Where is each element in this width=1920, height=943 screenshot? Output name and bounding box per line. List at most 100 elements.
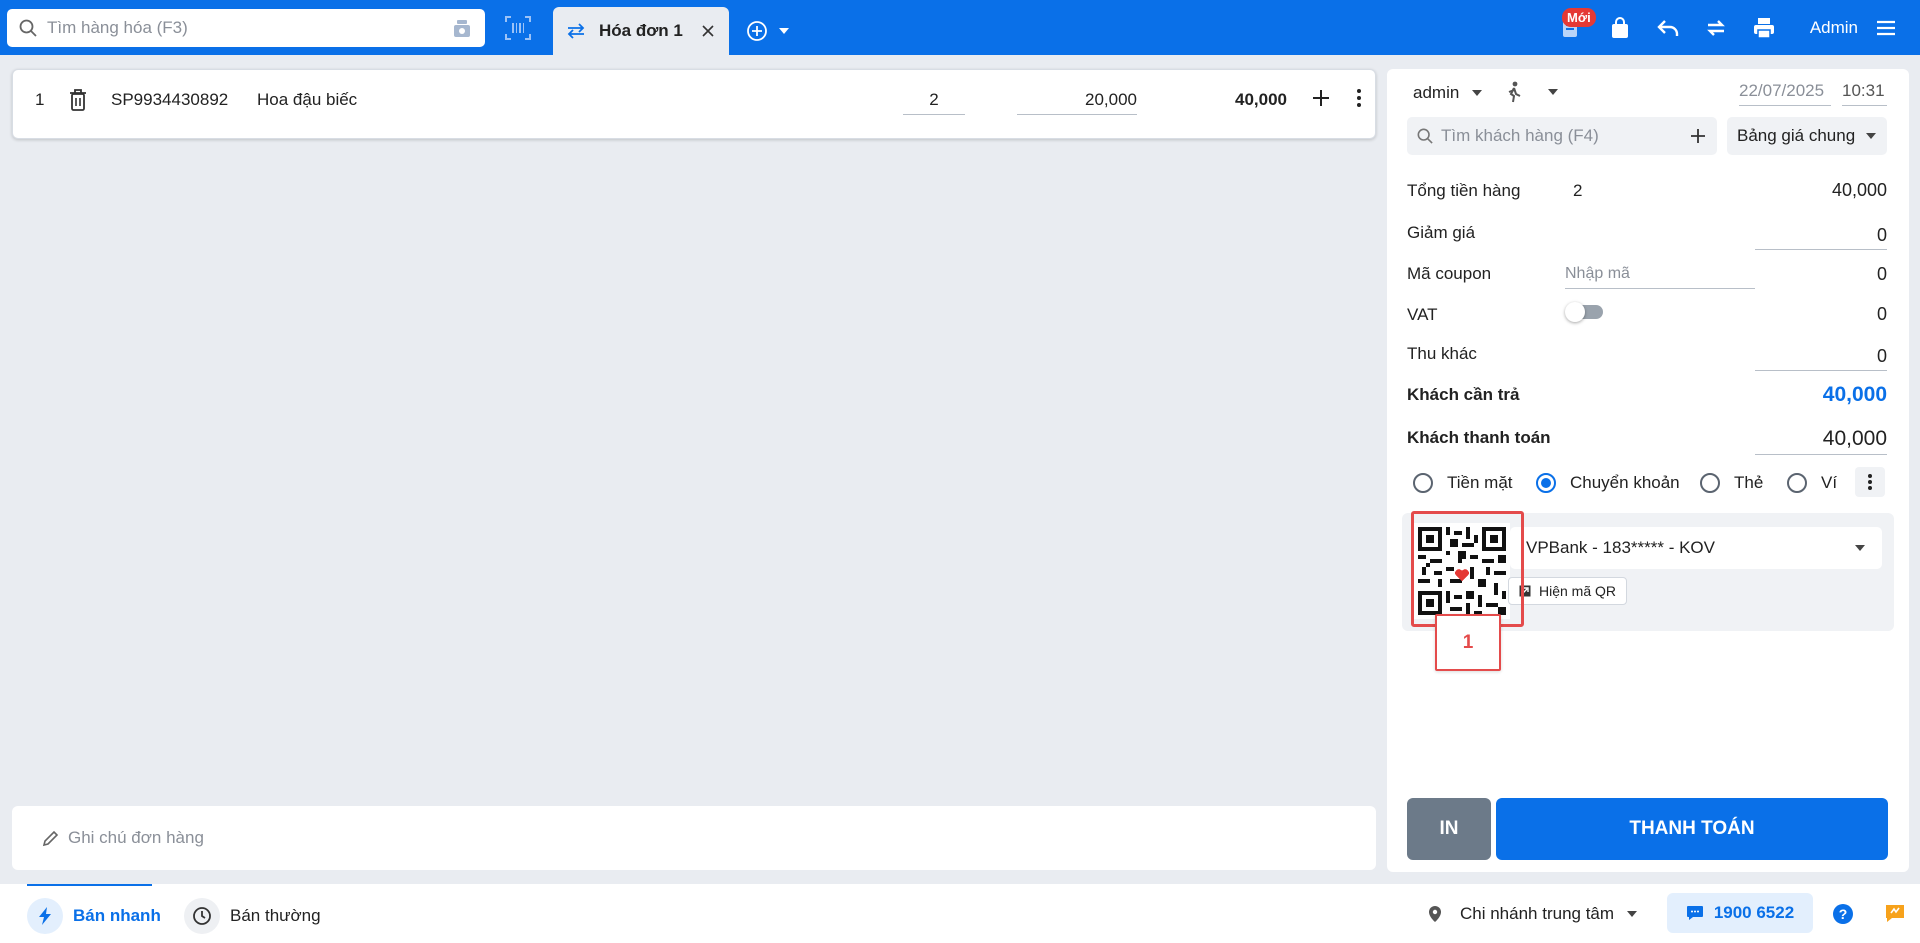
- annotation-highlight: [1411, 511, 1524, 627]
- add-circle-icon[interactable]: [746, 20, 768, 42]
- price-list-value: Bảng giá chung: [1737, 126, 1856, 145]
- chevron-down-icon[interactable]: [778, 27, 790, 35]
- checkout-panel: admin 22/07/2025 10:31 Tìm khách hàng (F…: [1387, 69, 1909, 872]
- chevron-down-icon: [1472, 90, 1483, 96]
- tab-quick-sale[interactable]: Bán nhanh: [27, 898, 161, 934]
- quantity-input[interactable]: 2: [903, 90, 965, 115]
- seller-name: admin: [1413, 83, 1460, 102]
- payment-method-label: Tiền mặt: [1447, 473, 1513, 492]
- chevron-down-icon: [1627, 911, 1638, 917]
- product-name[interactable]: Hoa đậu biếc: [257, 90, 357, 110]
- undo-icon[interactable]: [1656, 16, 1680, 40]
- sales-channel-select[interactable]: [1505, 81, 1559, 103]
- sync-icon[interactable]: [1704, 16, 1728, 40]
- top-bar: Tìm hàng hóa (F3) Hóa đơn 1 Admin Mới: [0, 0, 1920, 55]
- unit-price-input[interactable]: 20,000: [1017, 90, 1137, 115]
- tab-quick-sale-label: Bán nhanh: [73, 906, 161, 925]
- annotation-callout: 1: [1435, 614, 1501, 671]
- svg-text:?: ?: [1839, 906, 1848, 922]
- payment-method-label: Thẻ: [1734, 473, 1764, 492]
- close-icon[interactable]: [701, 24, 715, 38]
- branch-select[interactable]: Chi nhánh trung tâm: [1428, 904, 1638, 924]
- search-icon: [1417, 128, 1433, 144]
- radio-card[interactable]: [1700, 473, 1720, 493]
- product-search-input[interactable]: Tìm hàng hóa (F3): [47, 18, 451, 38]
- show-qr-label: Hiện mã QR: [1539, 583, 1617, 599]
- payment-method-wallet[interactable]: Ví: [1787, 473, 1837, 493]
- lightning-icon: [27, 898, 63, 934]
- tab-invoice-1[interactable]: Hóa đơn 1: [553, 7, 729, 55]
- row-index: 1: [35, 90, 45, 109]
- other-fee-label: Thu khác: [1407, 344, 1477, 363]
- help-icon[interactable]: ?: [1832, 903, 1854, 925]
- seller-select[interactable]: admin: [1413, 83, 1483, 103]
- payment-method-label: Chuyển khoản: [1570, 473, 1680, 492]
- more-vertical-icon: [1868, 474, 1872, 490]
- radio-transfer[interactable]: [1536, 473, 1556, 493]
- chat-bubble-icon: [1686, 906, 1703, 920]
- bank-account-select[interactable]: VPBank - 183***** - KOV: [1510, 527, 1882, 569]
- vat-toggle[interactable]: [1565, 302, 1603, 322]
- hotline-number: 1900 6522: [1713, 903, 1795, 922]
- chevron-down-icon: [1548, 89, 1558, 95]
- payment-method-cash[interactable]: Tiền mặt: [1413, 473, 1513, 493]
- subtotal-qty: 2: [1573, 181, 1583, 200]
- trash-icon[interactable]: [67, 88, 89, 112]
- pencil-icon: [42, 830, 59, 847]
- vat-value: 0: [1876, 304, 1887, 324]
- add-tab[interactable]: [746, 20, 790, 42]
- more-payment-methods[interactable]: [1855, 467, 1885, 497]
- payment-method-transfer[interactable]: Chuyển khoản: [1536, 473, 1680, 493]
- radio-wallet[interactable]: [1787, 473, 1807, 493]
- order-note-input[interactable]: Ghi chú đơn hàng: [68, 828, 204, 848]
- plus-icon[interactable]: [1309, 86, 1333, 110]
- subtotal-value: 40,000: [1831, 180, 1887, 200]
- payment-method-label: Ví: [1821, 473, 1838, 492]
- branch-name: Chi nhánh trung tâm: [1460, 904, 1615, 923]
- scale-icon[interactable]: [451, 17, 473, 39]
- bank-account-value: VPBank - 183***** - KOV: [1526, 538, 1715, 557]
- order-note[interactable]: Ghi chú đơn hàng: [12, 806, 1376, 870]
- walking-person-icon: [1508, 81, 1521, 103]
- customer-paid-input[interactable]: 40,000: [1755, 427, 1887, 455]
- add-customer-icon[interactable]: [1689, 127, 1707, 145]
- printer-icon[interactable]: [1752, 16, 1776, 40]
- menu-icon[interactable]: [1874, 16, 1898, 40]
- swap-icon: [567, 23, 585, 39]
- customer-search[interactable]: Tìm khách hàng (F4): [1407, 117, 1717, 155]
- radio-cash[interactable]: [1413, 473, 1433, 493]
- print-button[interactable]: IN: [1407, 798, 1491, 860]
- location-pin-icon: [1429, 906, 1441, 922]
- amount-due-label: Khách cần trả: [1407, 385, 1520, 404]
- coupon-value: 0: [1876, 264, 1887, 284]
- time-field[interactable]: 10:31: [1842, 81, 1887, 106]
- line-total: 40,000: [1235, 90, 1287, 109]
- tab-normal-sale-label: Bán thường: [230, 906, 321, 925]
- price-list-select[interactable]: Bảng giá chung: [1727, 117, 1887, 155]
- tab-normal-sale[interactable]: Bán thường: [184, 898, 321, 934]
- shopping-bag-icon[interactable]: [1608, 16, 1632, 40]
- search-icon: [19, 19, 37, 37]
- bottom-bar: Bán nhanh Bán thường Chi nhánh trung tâm…: [0, 884, 1920, 943]
- tab-label: Hóa đơn 1: [599, 21, 683, 40]
- table-row[interactable]: 1 SP9934430892 Hoa đậu biếc 2 20,000 40,…: [12, 69, 1376, 139]
- show-qr-button[interactable]: Hiện mã QR: [1508, 577, 1628, 605]
- more-vertical-icon[interactable]: [1347, 86, 1371, 110]
- payment-method-card[interactable]: Thẻ: [1700, 473, 1763, 493]
- hotline-button[interactable]: 1900 6522: [1667, 893, 1813, 933]
- customer-paid-label: Khách thanh toán: [1407, 428, 1551, 447]
- customer-search-input[interactable]: Tìm khách hàng (F4): [1441, 126, 1689, 146]
- discount-label: Giảm giá: [1407, 223, 1476, 242]
- product-search[interactable]: Tìm hàng hóa (F3): [7, 9, 485, 47]
- feedback-icon[interactable]: [1884, 903, 1906, 925]
- barcode-icon[interactable]: [505, 16, 531, 40]
- user-name[interactable]: Admin: [1810, 18, 1858, 38]
- discount-input[interactable]: 0: [1755, 225, 1887, 250]
- chevron-down-icon: [1866, 133, 1876, 139]
- amount-due-value: 40,000: [1822, 383, 1887, 406]
- coupon-input[interactable]: Nhập mã: [1565, 265, 1755, 289]
- other-fee-input[interactable]: 0: [1755, 346, 1887, 371]
- active-tab-indicator: [27, 884, 152, 886]
- date-field[interactable]: 22/07/2025: [1739, 81, 1831, 106]
- pay-button[interactable]: THANH TOÁN: [1496, 798, 1888, 860]
